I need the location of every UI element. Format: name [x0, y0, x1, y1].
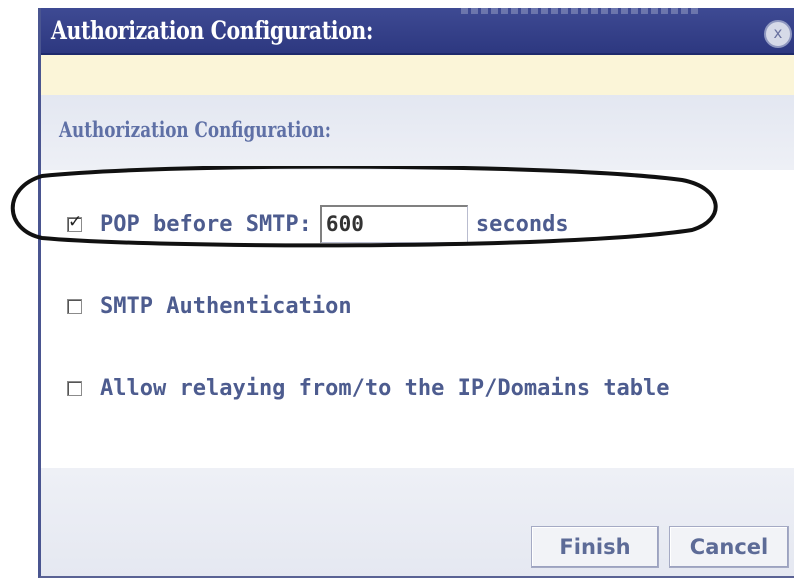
- window-title: Authorization Configuration:: [51, 16, 374, 45]
- authorization-dialog: Authorization Configuration: x Authoriza…: [38, 8, 794, 578]
- section-header: Authorization Configuration:: [41, 95, 794, 170]
- finish-button[interactable]: Finish: [531, 526, 659, 568]
- smtp-authentication-label: SMTP Authentication: [100, 294, 352, 319]
- options-panel: ✓ POP before SMTP: 600 seconds SMTP Auth…: [41, 170, 794, 468]
- info-band: [41, 55, 794, 95]
- smtp-authentication-row: SMTP Authentication: [67, 294, 352, 319]
- title-bar-artifact: [461, 8, 701, 14]
- pop-before-smtp-label: POP before SMTP:: [100, 211, 312, 237]
- cancel-button[interactable]: Cancel: [669, 526, 789, 568]
- close-icon[interactable]: x: [764, 20, 792, 48]
- pop-before-smtp-row: ✓ POP before SMTP: 600 seconds: [67, 205, 569, 243]
- allow-relaying-label: Allow relaying from/to the IP/Domains ta…: [100, 376, 670, 401]
- pop-timeout-unit: seconds: [475, 211, 569, 237]
- section-title: Authorization Configuration:: [59, 117, 331, 142]
- smtp-authentication-checkbox[interactable]: [67, 299, 82, 314]
- pop-before-smtp-checkbox[interactable]: ✓: [67, 212, 82, 232]
- dialog-footer: Finish Cancel: [41, 468, 794, 576]
- checkmark-icon: ✓: [68, 211, 83, 232]
- pop-timeout-input[interactable]: 600: [319, 205, 468, 243]
- title-bar[interactable]: Authorization Configuration: x: [41, 8, 794, 55]
- allow-relaying-checkbox[interactable]: [67, 381, 82, 396]
- allow-relaying-row: Allow relaying from/to the IP/Domains ta…: [67, 376, 670, 401]
